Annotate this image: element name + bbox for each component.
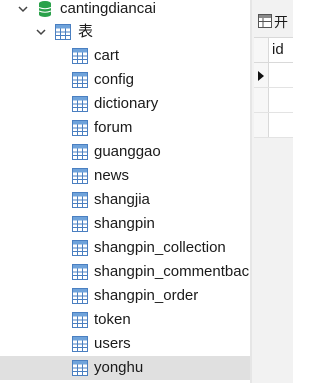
table-icon bbox=[72, 264, 88, 280]
grid-header-row: id bbox=[254, 38, 293, 63]
open-table-label: 开 bbox=[274, 14, 288, 30]
table-icon bbox=[72, 72, 88, 88]
table-icon bbox=[72, 360, 88, 376]
current-row-icon bbox=[258, 71, 264, 81]
grid-header-gutter bbox=[254, 38, 269, 62]
table-name: config bbox=[94, 71, 135, 88]
table-group-icon bbox=[55, 24, 71, 40]
table-icon bbox=[72, 288, 88, 304]
table-name: guanggao bbox=[94, 143, 161, 160]
table-icon bbox=[72, 336, 88, 352]
grid-row[interactable] bbox=[254, 63, 293, 88]
tree-item-table[interactable]: shangpin_collection bbox=[0, 236, 250, 260]
tree-item-table[interactable]: cart bbox=[0, 44, 250, 68]
table-name: token bbox=[94, 311, 131, 328]
column-header-id[interactable]: id bbox=[272, 38, 284, 62]
table-preview-panel: 开 id bbox=[252, 0, 293, 383]
table-name: dictionary bbox=[94, 95, 159, 112]
tree-item-table[interactable]: shangpin_commentback bbox=[0, 260, 250, 284]
navigator-tree: cantingdiancai 表 cart config dictionary for… bbox=[0, 0, 250, 383]
table-icon bbox=[72, 120, 88, 136]
tree-item-table[interactable]: users bbox=[0, 332, 250, 356]
tables-group-label: 表 bbox=[78, 23, 94, 40]
table-name: users bbox=[94, 335, 131, 352]
table-icon bbox=[72, 168, 88, 184]
table-icon bbox=[72, 48, 88, 64]
tree-item-table[interactable]: shangpin bbox=[0, 212, 250, 236]
tree-item-table[interactable]: shangjia bbox=[0, 188, 250, 212]
row-gutter[interactable] bbox=[254, 88, 269, 112]
tree-item-table[interactable]: news bbox=[0, 164, 250, 188]
table-icon bbox=[72, 240, 88, 256]
tree-item-table[interactable]: forum bbox=[0, 116, 250, 140]
chevron-down-icon[interactable] bbox=[36, 27, 46, 37]
table-name: shangpin_collection bbox=[94, 239, 226, 256]
table-name: shangpin bbox=[94, 215, 155, 232]
tree-item-table[interactable]: config bbox=[0, 68, 250, 92]
database-icon bbox=[37, 0, 53, 17]
table-icon bbox=[72, 96, 88, 112]
table-name: shangpin_order bbox=[94, 287, 199, 304]
tree-item-table[interactable]: token bbox=[0, 308, 250, 332]
table-name: cart bbox=[94, 47, 120, 64]
tree-item-tables-group[interactable]: 表 bbox=[0, 20, 250, 44]
table-name: news bbox=[94, 167, 130, 184]
open-table-button[interactable]: 开 bbox=[252, 10, 293, 34]
data-grid: id bbox=[254, 37, 293, 138]
table-name: forum bbox=[94, 119, 133, 136]
tree-item-table[interactable]: shangpin_order bbox=[0, 284, 250, 308]
table-name: shangpin_commentback bbox=[94, 263, 250, 280]
table-icon bbox=[72, 192, 88, 208]
tree-item-table[interactable]: yonghu bbox=[0, 356, 250, 380]
table-name: shangjia bbox=[94, 191, 150, 208]
grid-row[interactable] bbox=[254, 88, 293, 113]
tree-item-table[interactable]: dictionary bbox=[0, 92, 250, 116]
grid-row[interactable] bbox=[254, 113, 293, 138]
table-icon bbox=[72, 216, 88, 232]
row-gutter[interactable] bbox=[254, 113, 269, 137]
tree-item-database[interactable]: cantingdiancai bbox=[0, 0, 250, 21]
chevron-down-icon[interactable] bbox=[18, 4, 28, 14]
row-gutter[interactable] bbox=[254, 63, 269, 87]
table-icon bbox=[72, 144, 88, 160]
open-table-icon bbox=[258, 14, 272, 28]
database-name: cantingdiancai bbox=[60, 0, 156, 17]
table-name: yonghu bbox=[94, 359, 144, 376]
tree-item-table[interactable]: guanggao bbox=[0, 140, 250, 164]
table-icon bbox=[72, 312, 88, 328]
